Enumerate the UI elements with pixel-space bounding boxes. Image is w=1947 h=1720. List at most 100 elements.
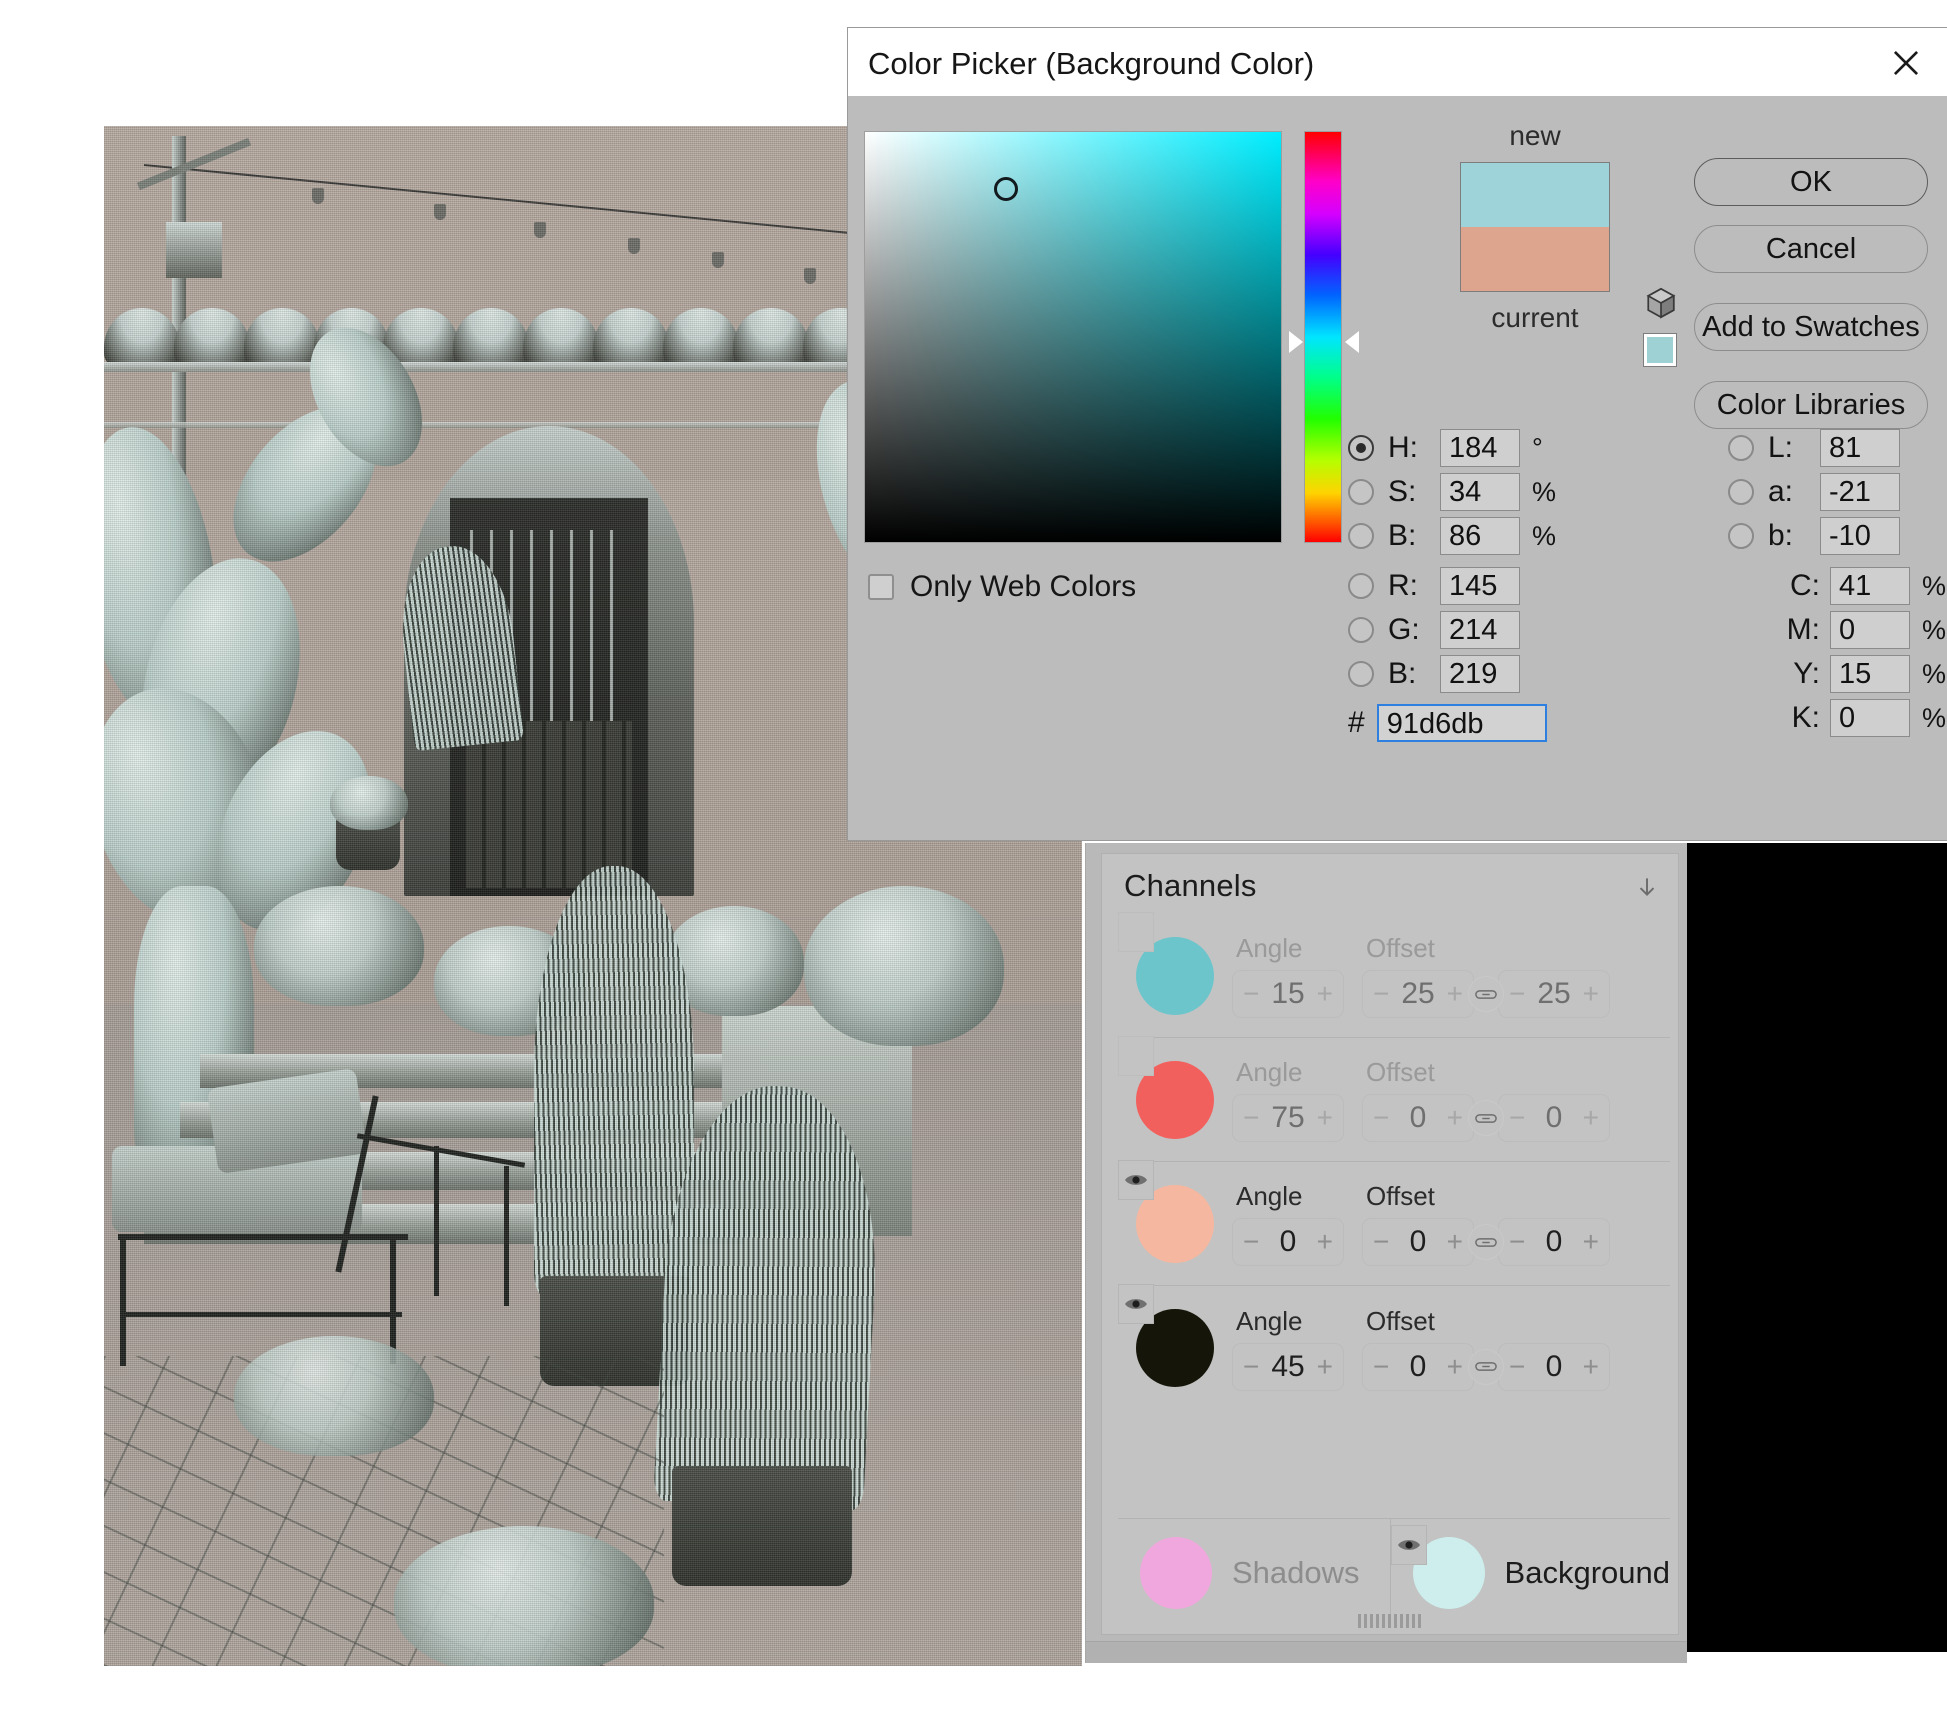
input-l[interactable]: 81: [1820, 429, 1900, 467]
preview-swatch-box[interactable]: [1460, 162, 1610, 292]
offset-x-stepper[interactable]: −25 +: [1362, 970, 1474, 1018]
offset-x-stepper-decrement[interactable]: −: [1373, 1102, 1389, 1134]
radio-b[interactable]: [1728, 523, 1754, 549]
input-m[interactable]: 0: [1830, 611, 1910, 649]
offset-y-stepper-decrement[interactable]: −: [1509, 1226, 1525, 1258]
input-r[interactable]: 145: [1440, 567, 1520, 605]
angle-label: Angle: [1236, 1181, 1303, 1211]
color-libraries-button[interactable]: Color Libraries: [1694, 381, 1928, 429]
channel-footer-item[interactable]: Shadows: [1118, 1518, 1390, 1626]
radio-s[interactable]: [1348, 479, 1374, 505]
offset-y-stepper[interactable]: −0 +: [1498, 1218, 1610, 1266]
angle-stepper-decrement[interactable]: −: [1243, 1351, 1259, 1383]
input-y[interactable]: 15: [1830, 655, 1910, 693]
offset-x-stepper[interactable]: −0 +: [1362, 1094, 1474, 1142]
radio-a[interactable]: [1728, 479, 1754, 505]
hue-slider-handle-right[interactable]: [1345, 330, 1359, 353]
offset-x-stepper-decrement[interactable]: −: [1373, 978, 1389, 1010]
cancel-button[interactable]: Cancel: [1694, 225, 1928, 273]
offset-x-stepper[interactable]: −0 +: [1362, 1218, 1474, 1266]
channel-controls: Angle −0 + Offset −0 + −0 +: [1232, 1181, 1610, 1266]
input-c[interactable]: 41: [1830, 567, 1910, 605]
only-web-colors-checkbox[interactable]: [868, 574, 894, 600]
chevron-down-icon[interactable]: [1634, 874, 1660, 900]
offset-y-stepper-decrement[interactable]: −: [1509, 1102, 1525, 1134]
angle-stepper-increment[interactable]: +: [1317, 978, 1333, 1010]
saturation-brightness-field[interactable]: [864, 131, 1282, 543]
input-g[interactable]: 214: [1440, 611, 1520, 649]
offset-y-stepper[interactable]: −0 +: [1498, 1094, 1610, 1142]
angle-stepper[interactable]: −0 +: [1232, 1218, 1344, 1266]
angle-stepper-decrement[interactable]: −: [1243, 1102, 1259, 1134]
offset-x-stepper-decrement[interactable]: −: [1373, 1226, 1389, 1258]
link-icon[interactable]: [1468, 1348, 1504, 1385]
radio-b[interactable]: [1348, 523, 1374, 549]
offset-x-stepper-increment[interactable]: +: [1447, 1351, 1463, 1383]
angle-stepper-decrement[interactable]: −: [1243, 1226, 1259, 1258]
angle-stepper[interactable]: −15 +: [1232, 970, 1344, 1018]
channel-row[interactable]: Angle −75 + Offset −0 + −0 +: [1118, 1036, 1670, 1162]
new-color-swatch[interactable]: [1461, 163, 1609, 227]
eye-icon[interactable]: [1118, 1160, 1154, 1200]
cube-icon[interactable]: [1644, 286, 1678, 320]
offset-y-stepper-decrement[interactable]: −: [1509, 1351, 1525, 1383]
out-of-gamut-swatch[interactable]: [1643, 333, 1677, 367]
radio-b[interactable]: [1348, 661, 1374, 687]
radio-g[interactable]: [1348, 617, 1374, 643]
input-b[interactable]: 219: [1440, 655, 1520, 693]
hue-slider-handle-left[interactable]: [1289, 330, 1303, 353]
channel-row[interactable]: Angle −45 + Offset −0 + −0 +: [1118, 1284, 1670, 1410]
channel-color-swatch[interactable]: [1140, 1536, 1212, 1609]
angle-stepper-value: 75: [1271, 1101, 1305, 1134]
link-icon[interactable]: [1468, 976, 1504, 1012]
current-color-swatch[interactable]: [1461, 227, 1609, 291]
color-marker-ring[interactable]: [994, 177, 1019, 202]
channel-row-list: Angle −15 + Offset −25 + −25 + Angle −75 + Offset −0…: [1118, 912, 1670, 1410]
radio-r[interactable]: [1348, 573, 1374, 599]
radio-h[interactable]: [1348, 435, 1374, 461]
eye-icon[interactable]: [1390, 1525, 1427, 1565]
only-web-colors-row[interactable]: Only Web Colors: [868, 570, 1136, 604]
channel-footer-item[interactable]: Background: [1389, 1518, 1670, 1626]
angle-stepper-decrement[interactable]: −: [1243, 978, 1259, 1010]
eye-icon[interactable]: [1118, 1284, 1154, 1324]
input-b[interactable]: 86: [1440, 517, 1520, 555]
hue-slider[interactable]: [1304, 131, 1342, 543]
hex-input[interactable]: 91d6db: [1376, 704, 1547, 742]
offset-x-stepper[interactable]: −0 +: [1362, 1342, 1474, 1391]
panel-resize-grip[interactable]: [1358, 1614, 1422, 1628]
offset-y-stepper-increment[interactable]: +: [1583, 978, 1599, 1010]
link-icon[interactable]: [1468, 1224, 1504, 1260]
offset-x-stepper-increment[interactable]: +: [1447, 978, 1463, 1010]
offset-x-stepper-decrement[interactable]: −: [1373, 1351, 1389, 1383]
channel-row[interactable]: Angle −15 + Offset −25 + −25 +: [1118, 912, 1670, 1038]
visibility-toggle-slot[interactable]: [1118, 912, 1154, 952]
angle-stepper-increment[interactable]: +: [1317, 1102, 1333, 1134]
input-k[interactable]: 0: [1830, 699, 1910, 737]
input-b[interactable]: -10: [1820, 517, 1900, 555]
offset-y-stepper-increment[interactable]: +: [1583, 1102, 1599, 1134]
dialog-titlebar[interactable]: Color Picker (Background Color): [848, 28, 1947, 96]
offset-x-stepper-increment[interactable]: +: [1447, 1226, 1463, 1258]
radio-l[interactable]: [1728, 435, 1754, 461]
input-a[interactable]: -21: [1820, 473, 1900, 511]
angle-stepper[interactable]: −45 +: [1232, 1342, 1344, 1391]
close-icon[interactable]: [1887, 44, 1925, 82]
offset-y-stepper-increment[interactable]: +: [1583, 1351, 1599, 1383]
angle-stepper-increment[interactable]: +: [1317, 1351, 1333, 1383]
link-icon[interactable]: [1468, 1100, 1504, 1136]
input-s[interactable]: 34: [1440, 473, 1520, 511]
input-h[interactable]: 184: [1440, 429, 1520, 467]
offset-y-stepper-decrement[interactable]: −: [1509, 978, 1525, 1010]
ok-button[interactable]: OK: [1694, 158, 1928, 206]
angle-stepper-increment[interactable]: +: [1317, 1226, 1333, 1258]
channel-row[interactable]: Angle −0 + Offset −0 + −0 +: [1118, 1160, 1670, 1286]
angle-stepper[interactable]: −75 +: [1232, 1094, 1344, 1142]
visibility-toggle-slot[interactable]: [1118, 1036, 1154, 1076]
offset-x-stepper-increment[interactable]: +: [1447, 1102, 1463, 1134]
offset-y-stepper[interactable]: −25 +: [1498, 970, 1610, 1018]
offset-y-stepper-increment[interactable]: +: [1583, 1226, 1599, 1258]
offset-y-stepper[interactable]: −0 +: [1498, 1342, 1610, 1391]
add-to-swatches-button[interactable]: Add to Swatches: [1694, 303, 1928, 351]
label-b: B:: [1388, 657, 1417, 690]
